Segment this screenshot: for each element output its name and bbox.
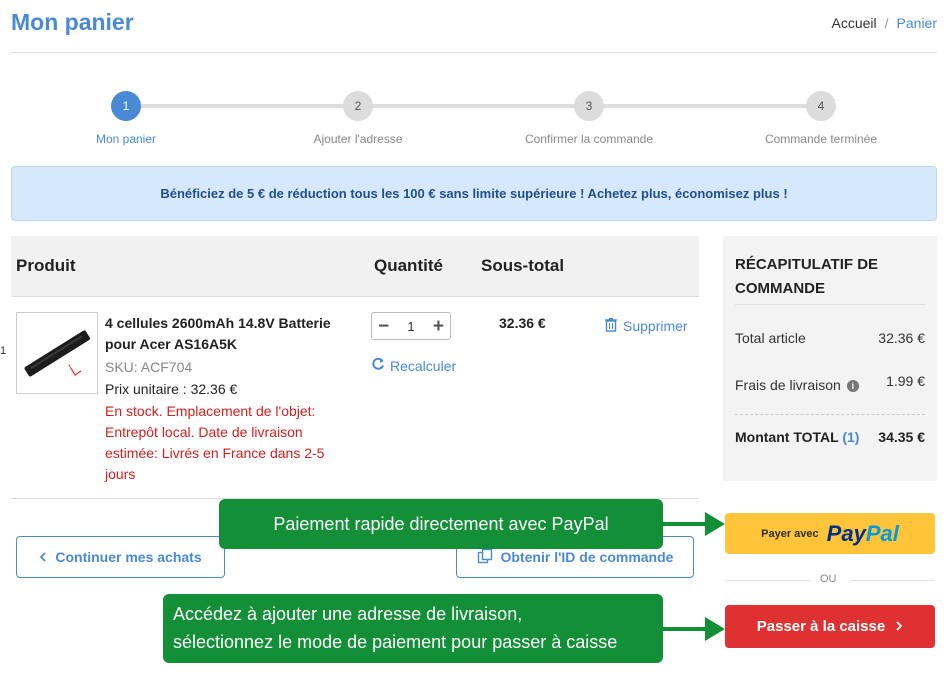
- copy-icon: [477, 548, 493, 567]
- product-name[interactable]: 4 cellules 2600mAh 14.8V Batterie pour A…: [105, 313, 345, 355]
- promo-text: Bénéficiez de 5 € de réduction tous les …: [160, 186, 788, 201]
- recalculate-label: Recalculer: [390, 357, 457, 374]
- continue-shopping-label: Continuer mes achats: [55, 549, 202, 565]
- column-quantity: Quantité: [374, 256, 443, 275]
- stock-info: En stock. Emplacement de l'objet: Entrep…: [105, 403, 325, 482]
- paypal-arrow-icon: [705, 512, 725, 536]
- continue-shopping-button[interactable]: Continuer mes achats: [16, 536, 225, 578]
- item-subtotal: 32.36 €: [499, 315, 546, 331]
- quantity-value[interactable]: 1: [407, 319, 414, 334]
- total-value: 34.35 €: [878, 429, 925, 445]
- cart-table-header: [11, 236, 699, 297]
- paypal-logo-pal: Pal: [865, 520, 899, 546]
- decrease-button[interactable]: −: [378, 317, 389, 336]
- step-2-label: Ajouter l'adresse: [313, 132, 403, 146]
- increase-button[interactable]: +: [433, 317, 444, 336]
- paypal-logo: PayPal: [827, 521, 899, 547]
- paypal-prefix: Payer avec: [761, 527, 819, 540]
- summary-dashed-divider: [735, 414, 925, 415]
- step-3-dot: 3: [574, 91, 604, 121]
- page-title: Mon panier: [11, 9, 134, 35]
- summary-title: RÉCAPITULATIF DE COMMANDE: [735, 256, 879, 297]
- chevron-left-icon: [39, 549, 47, 565]
- checkout-button[interactable]: Passer à la caisse: [725, 605, 935, 648]
- step-3-label: Confirmer la commande: [524, 132, 654, 146]
- promo-banner: Bénéficiez de 5 € de réduction tous les …: [11, 166, 937, 221]
- paypal-callout: Paiement rapide directement avec PayPal: [219, 499, 663, 549]
- chevron-right-icon: [895, 618, 903, 635]
- checkout-label: Passer à la caisse: [756, 618, 886, 635]
- checkout-callout: Accédez à ajouter une adresse de livrais…: [163, 594, 663, 663]
- shipping-value: 1.99 €: [886, 373, 925, 389]
- product-image[interactable]: [16, 312, 98, 394]
- column-product: Produit: [16, 256, 76, 275]
- paypal-arrow-shaft: [663, 522, 709, 526]
- step-2-dot: 2: [343, 91, 373, 121]
- checkout-arrow-shaft: [663, 627, 709, 631]
- step-4-dot: 4: [806, 91, 836, 121]
- progress-track: [126, 104, 821, 108]
- delete-button[interactable]: Supprimer: [604, 317, 688, 335]
- product-sku: SKU: ACF704: [105, 359, 193, 375]
- checkout-callout-line1: Accédez à ajouter une adresse de livrais…: [173, 604, 523, 624]
- breadcrumb-current[interactable]: Panier: [897, 15, 937, 31]
- breadcrumb-home[interactable]: Accueil: [832, 15, 877, 31]
- breadcrumb: Accueil / Panier: [832, 15, 938, 31]
- get-order-id-label: Obtenir l'ID de commande: [500, 549, 674, 565]
- quantity-stepper[interactable]: − 1 +: [371, 312, 451, 340]
- column-subtotal: Sous-total: [481, 256, 565, 275]
- items-total-label: Total article: [735, 330, 806, 346]
- paypal-callout-text: Paiement rapide directement avec PayPal: [273, 513, 609, 534]
- recalculate-button[interactable]: Recalculer: [371, 357, 456, 374]
- paypal-button[interactable]: Payer avec PayPal: [725, 513, 935, 554]
- step-1-dot: 1: [111, 91, 141, 121]
- breadcrumb-separator: /: [884, 15, 889, 31]
- or-divider-left: [725, 580, 810, 581]
- delete-label: Supprimer: [623, 318, 688, 334]
- refresh-icon: [371, 357, 385, 374]
- unit-price: Prix unitaire : 32.36 €: [105, 381, 238, 397]
- header-divider: [11, 52, 937, 53]
- items-total-value: 32.36 €: [878, 330, 925, 346]
- total-label-text: Montant TOTAL: [735, 429, 839, 445]
- checkout-arrow-icon: [705, 617, 725, 641]
- step-1-label: Mon panier: [95, 132, 157, 146]
- summary-divider: [735, 304, 925, 305]
- or-divider-right: [850, 580, 935, 581]
- checkout-callout-line2: sélectionnez le mode de paiement pour pa…: [173, 632, 618, 652]
- paypal-logo-pay: Pay: [826, 520, 866, 546]
- step-4-label: Commande terminée: [764, 132, 878, 146]
- or-label: OU: [820, 573, 837, 585]
- stray-text: 1: [0, 345, 7, 357]
- trash-icon: [604, 317, 618, 335]
